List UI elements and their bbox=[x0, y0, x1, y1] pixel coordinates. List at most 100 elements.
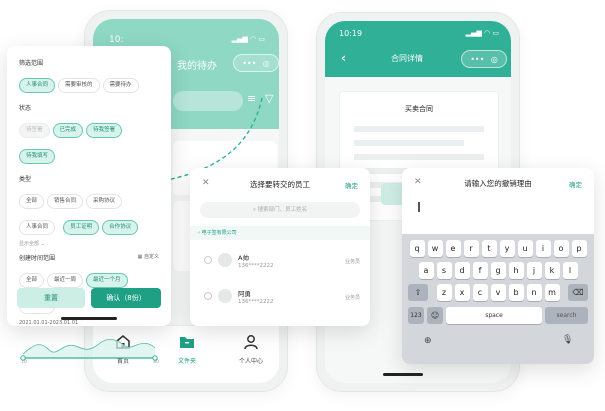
key-n[interactable]: n bbox=[526, 284, 542, 301]
key-l[interactable]: l bbox=[562, 262, 578, 279]
page-title: 我的待办 bbox=[177, 61, 217, 72]
emoji-key[interactable]: ☺ bbox=[427, 307, 443, 324]
back-icon[interactable]: ‹ bbox=[341, 51, 346, 65]
tab-folder-label: 文件夹 bbox=[177, 358, 196, 365]
key-j[interactable]: j bbox=[526, 262, 542, 279]
key-m[interactable]: m bbox=[544, 284, 560, 301]
expand-all[interactable]: 显示全部 ⌄ bbox=[19, 240, 159, 247]
chip-type[interactable]: 人事合同 bbox=[19, 220, 56, 235]
key-g[interactable]: g bbox=[490, 262, 506, 279]
expand-all-label: 显示全部 bbox=[19, 241, 40, 247]
tab-folder[interactable]: 文件夹 bbox=[165, 334, 209, 365]
chip-time[interactable]: 全部 bbox=[19, 273, 45, 288]
numbers-key[interactable]: 123 bbox=[408, 307, 424, 324]
backspace-key[interactable]: ⌫ bbox=[568, 284, 588, 301]
chip-scope[interactable]: 人事合同 bbox=[19, 78, 56, 93]
chevron-down-icon: ⌄ bbox=[40, 241, 45, 247]
key-f[interactable]: f bbox=[472, 262, 488, 279]
type-chips: 全部 销售合同 采购协议人事合同 员工证明 合作协议 bbox=[19, 187, 159, 239]
chip-type[interactable]: 销售合同 bbox=[47, 194, 84, 209]
search-input[interactable]: ⌕ 搜索部门、员工姓名 bbox=[200, 202, 360, 218]
search-key[interactable]: search bbox=[545, 307, 588, 324]
radio-unchecked[interactable] bbox=[204, 256, 212, 264]
key-b[interactable]: b bbox=[508, 284, 524, 301]
mini-program-capsule[interactable]: ••• ◎ bbox=[233, 54, 279, 72]
mini-program-capsule[interactable]: ••• ◎ bbox=[461, 50, 507, 68]
picker-confirm[interactable]: 确定 bbox=[345, 180, 358, 190]
employee-phone: 136****2222 bbox=[238, 299, 274, 305]
keyboard-row-1: qwertyuiop bbox=[402, 240, 594, 257]
key-y[interactable]: y bbox=[499, 240, 515, 257]
chip-scope[interactable]: 需要待办 bbox=[102, 78, 139, 93]
tab-profile[interactable]: 个人中心 bbox=[229, 334, 273, 365]
status-icons: ▂▄▆ ◠ ▭ bbox=[231, 35, 265, 43]
employee-role: 业务员 bbox=[344, 259, 360, 265]
breadcrumb-label: 电子签有限公司 bbox=[201, 230, 237, 236]
doc-line bbox=[354, 154, 484, 160]
key-v[interactable]: v bbox=[490, 284, 506, 301]
scope-title: 筛选范围 bbox=[19, 60, 44, 67]
radio-unchecked[interactable] bbox=[204, 292, 212, 300]
chip-time[interactable]: 最近一周 bbox=[47, 273, 84, 288]
employee-phone: 136****2222 bbox=[238, 263, 274, 269]
key-h[interactable]: h bbox=[508, 262, 524, 279]
chip-status[interactable]: 待我签署 bbox=[86, 123, 123, 138]
range-slider[interactable] bbox=[19, 328, 159, 368]
key-c[interactable]: c bbox=[472, 284, 488, 301]
key-t[interactable]: t bbox=[481, 240, 497, 257]
key-u[interactable]: u bbox=[517, 240, 533, 257]
revoke-dialog: ✕ 请输入您的撤销理由 确定 qwertyuiop asdfghjkl ⇧ zx… bbox=[402, 168, 594, 364]
status-title: 状态 bbox=[19, 105, 32, 112]
doc-line bbox=[354, 126, 484, 132]
slider-min-label: 10 bbox=[21, 360, 27, 365]
confirm-button[interactable]: 确认（8份） bbox=[91, 288, 161, 308]
chip-status[interactable]: 待我填写 bbox=[19, 149, 56, 164]
key-r[interactable]: r bbox=[463, 240, 479, 257]
key-x[interactable]: x bbox=[454, 284, 470, 301]
key-s[interactable]: s bbox=[436, 262, 452, 279]
globe-icon[interactable]: ⊕ bbox=[424, 336, 432, 346]
chip-type[interactable]: 员工证明 bbox=[63, 220, 100, 235]
slider-labels: 10 80 bbox=[19, 360, 159, 374]
nav-title: 合同详情 bbox=[391, 54, 423, 63]
close-circle-icon[interactable]: ◎ bbox=[263, 59, 270, 68]
key-d[interactable]: d bbox=[454, 262, 470, 279]
doc-line bbox=[354, 140, 464, 146]
key-i[interactable]: i bbox=[535, 240, 551, 257]
chip-type[interactable]: 采购协议 bbox=[86, 194, 123, 209]
text-cursor[interactable] bbox=[418, 202, 420, 212]
chip-status[interactable]: 已完成 bbox=[52, 123, 84, 138]
chip-scope[interactable]: 需要审核的 bbox=[58, 78, 100, 93]
breadcrumb[interactable]: ‹ 电子签有限公司 bbox=[190, 226, 370, 240]
custom-time[interactable]: ▦ 自定义 bbox=[138, 253, 159, 260]
tab-profile-label: 个人中心 bbox=[238, 358, 263, 365]
key-o[interactable]: o bbox=[553, 240, 569, 257]
list-item[interactable]: 阿勇 136****2222 业务员 bbox=[190, 284, 370, 316]
chip-type[interactable]: 全部 bbox=[19, 194, 45, 209]
avatar bbox=[218, 289, 232, 303]
space-key[interactable]: space bbox=[446, 307, 542, 324]
home-indicator bbox=[61, 317, 117, 320]
chevron-left-icon: ‹ bbox=[198, 230, 200, 236]
chip-status[interactable]: 待签署 bbox=[19, 123, 50, 138]
list-item[interactable]: A帅 136****2222 业务员 bbox=[190, 248, 370, 280]
dialog-confirm[interactable]: 确定 bbox=[569, 179, 582, 189]
type-title: 类型 bbox=[19, 176, 32, 183]
key-z[interactable]: z bbox=[436, 284, 452, 301]
more-icon[interactable]: ••• bbox=[470, 55, 484, 64]
search-placeholder: 搜索部门、员工姓名 bbox=[257, 207, 308, 213]
reset-button[interactable]: 重置 bbox=[17, 288, 85, 308]
doc-title: 买卖合同 bbox=[405, 105, 433, 113]
key-e[interactable]: e bbox=[445, 240, 461, 257]
microphone-icon[interactable]: 🎙 bbox=[562, 335, 573, 345]
more-icon[interactable]: ••• bbox=[242, 59, 256, 68]
person-icon bbox=[244, 335, 258, 350]
chip-time[interactable]: 最近一个月 bbox=[86, 273, 128, 288]
key-q[interactable]: q bbox=[409, 240, 425, 257]
chip-type[interactable]: 合作协议 bbox=[102, 220, 139, 235]
key-w[interactable]: w bbox=[427, 240, 443, 257]
key-a[interactable]: a bbox=[418, 262, 434, 279]
key-k[interactable]: k bbox=[544, 262, 560, 279]
key-p[interactable]: p bbox=[571, 240, 587, 257]
close-circle-icon[interactable]: ◎ bbox=[491, 55, 498, 64]
